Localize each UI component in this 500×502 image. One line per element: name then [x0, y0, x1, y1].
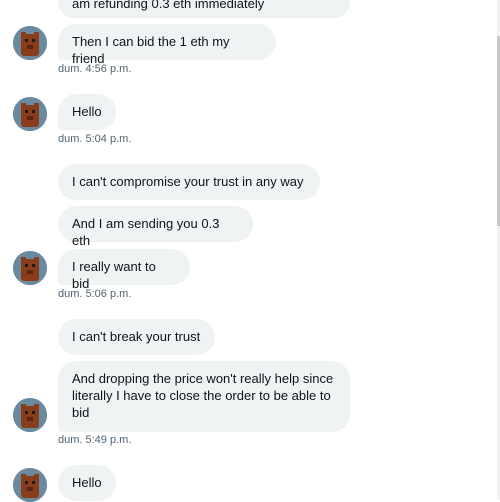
bear-avatar-icon: [13, 26, 47, 60]
message-timestamp: dum. 4:56 p.m.: [58, 63, 132, 75]
bear-avatar-icon: [13, 468, 47, 502]
bear-avatar-icon: [13, 251, 47, 285]
message-bubble: am refunding 0.3 eth immediately: [58, 0, 350, 18]
message-bubble: And dropping the price won't really help…: [58, 361, 350, 432]
avatar[interactable]: [13, 468, 47, 502]
avatar[interactable]: [13, 398, 47, 432]
avatar[interactable]: [13, 97, 47, 131]
message-bubble: Hello: [58, 465, 116, 501]
message-bubble: Then I can bid the 1 eth my friend: [58, 24, 276, 66]
bear-avatar-icon: [13, 97, 47, 131]
bear-avatar-icon: [13, 398, 47, 432]
message-bubble: I can't compromise your trust in any way: [58, 164, 320, 200]
message-bubble: And I am sending you 0.3 eth: [58, 206, 253, 248]
message-bubble: I can't break your trust: [58, 319, 215, 355]
avatar[interactable]: [13, 251, 47, 285]
avatar[interactable]: [13, 26, 47, 60]
message-bubble: Hello: [58, 94, 116, 130]
message-bubble: I really want to bid: [58, 249, 190, 291]
message-timestamp: dum. 5:49 p.m.: [58, 434, 132, 446]
message-timestamp: dum. 5:06 p.m.: [58, 288, 132, 300]
message-timestamp: dum. 5:04 p.m.: [58, 133, 132, 145]
